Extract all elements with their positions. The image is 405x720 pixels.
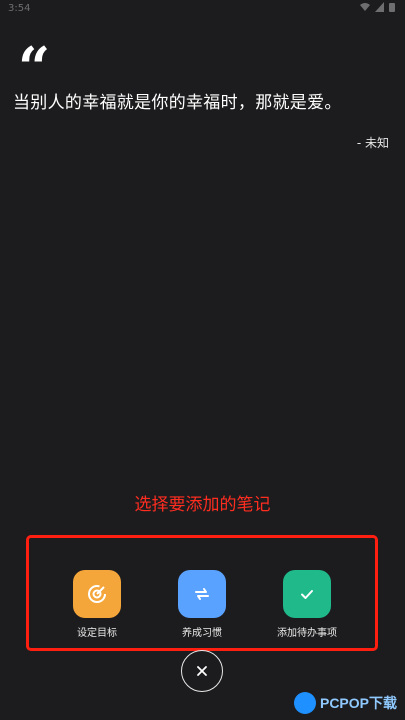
add-todo-label: 添加待办事项 <box>277 628 337 639</box>
add-todo-circle[interactable] <box>283 570 331 618</box>
add-todo-button[interactable]: 添加待办事项 <box>262 570 352 639</box>
build-habit-button[interactable]: 养成习惯 <box>157 570 247 639</box>
add-note-hint: 选择要添加的笔记 <box>134 495 271 515</box>
target-icon <box>88 585 106 603</box>
watermark-text: PCPOP下载 <box>319 695 397 711</box>
signal-icon <box>375 2 384 12</box>
status-icons <box>360 2 395 12</box>
watermark-logo-icon <box>293 692 316 714</box>
status-time: 3:54 <box>8 3 31 14</box>
close-icon <box>197 666 207 676</box>
check-icon <box>301 590 313 599</box>
quote-text: 当别人的幸福就是你的幸福时，那就是爱。 <box>13 93 342 113</box>
status-bar: 3:54 <box>0 0 405 18</box>
build-habit-label: 养成习惯 <box>182 628 222 639</box>
wifi-icon <box>360 3 370 11</box>
set-goal-label: 设定目标 <box>77 628 117 639</box>
close-button[interactable] <box>181 650 223 692</box>
watermark: PCPOP下载 <box>293 692 397 714</box>
battery-icon <box>389 3 395 12</box>
quote-author: - 未知 <box>356 136 389 150</box>
repeat-icon <box>195 588 209 600</box>
build-habit-circle[interactable] <box>178 570 226 618</box>
set-goal-circle[interactable] <box>73 570 121 618</box>
set-goal-button[interactable]: 设定目标 <box>52 570 142 639</box>
